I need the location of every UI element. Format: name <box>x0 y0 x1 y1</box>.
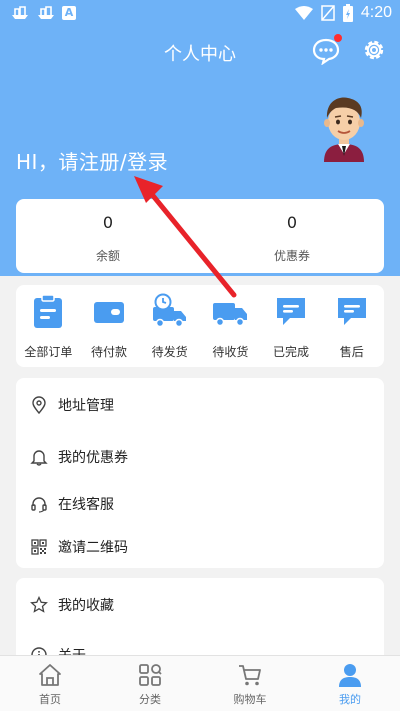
headset-icon <box>31 497 47 513</box>
menu-item-support[interactable]: 在线客服 <box>16 489 384 519</box>
tab-label: 我的 <box>339 693 361 706</box>
order-label: 待发货 <box>151 345 188 359</box>
location-pin-icon <box>32 396 46 414</box>
star-icon <box>30 596 48 613</box>
coupon-label: 优惠券 <box>273 248 310 263</box>
balance-value: 0 <box>102 212 114 232</box>
wallet-icon <box>94 302 124 323</box>
tab-label: 购物车 <box>233 693 267 706</box>
tab-category[interactable]: 分类 <box>100 656 200 711</box>
order-label: 待付款 <box>91 345 128 359</box>
menu-label: 邀请二维码 <box>58 540 128 556</box>
tab-label: 分类 <box>139 693 161 706</box>
service-menu: 地址管理 我的优惠券 在线客服 邀请二维码 <box>16 378 384 568</box>
coupon-count: 0 <box>286 212 298 232</box>
tab-label: 首页 <box>39 693 61 706</box>
truck-icon <box>213 303 248 327</box>
unread-badge <box>334 34 342 42</box>
login-prompt[interactable]: HI，请注册/登录 <box>16 146 168 175</box>
clipboard-icon <box>34 294 63 328</box>
menu-label: 我的优惠券 <box>58 450 128 466</box>
settings-gear-icon[interactable] <box>361 37 387 63</box>
status-notifications: A <box>10 5 76 21</box>
menu-label: 在线客服 <box>58 497 114 513</box>
wifi-icon <box>294 6 313 20</box>
bottom-tab-bar: 首页 分类 购物车 我的 <box>0 655 400 711</box>
status-bar: A 4:20 <box>0 0 400 28</box>
status-indicators: 4:20 <box>294 4 392 22</box>
order-all[interactable]: 全部订单 <box>18 285 79 367</box>
menu-item-invite-qrcode[interactable]: 邀请二维码 <box>16 532 384 562</box>
order-label: 售后 <box>339 345 364 359</box>
coupon-item[interactable]: 0 优惠券 <box>200 199 384 273</box>
avatar[interactable] <box>316 96 372 162</box>
order-completed[interactable]: 已完成 <box>261 285 322 367</box>
balance-label: 余额 <box>95 248 120 263</box>
chat-service-icon <box>337 298 366 325</box>
app-notification-icon: A <box>62 6 76 20</box>
home-icon <box>39 664 61 686</box>
no-signal-icon <box>321 5 335 21</box>
balance-card: 0 余额 0 优惠券 <box>16 199 384 273</box>
category-icon <box>139 664 162 686</box>
tab-cart[interactable]: 购物车 <box>200 656 300 711</box>
menu-item-coupons[interactable]: 我的优惠券 <box>16 442 384 472</box>
order-to-ship[interactable]: 待发货 <box>139 285 200 367</box>
order-to-receive[interactable]: 待收货 <box>200 285 261 367</box>
chat-done-icon <box>277 298 306 325</box>
menu-item-address[interactable]: 地址管理 <box>16 390 384 420</box>
order-after-sales[interactable]: 售后 <box>321 285 382 367</box>
qrcode-icon <box>31 539 47 555</box>
order-label: 全部订单 <box>24 345 73 359</box>
order-label: 待收货 <box>212 345 249 359</box>
order-unpaid[interactable]: 待付款 <box>79 285 140 367</box>
tab-home[interactable]: 首页 <box>0 656 100 711</box>
cart-icon <box>239 665 261 686</box>
menu-label: 我的收藏 <box>58 598 114 614</box>
bell-icon <box>30 450 48 466</box>
clock: 4:20 <box>360 4 392 21</box>
order-label: 已完成 <box>273 345 310 359</box>
menu-label: 地址管理 <box>58 398 114 414</box>
boat-notification-icon <box>38 6 54 19</box>
page-title: 个人中心 <box>164 44 236 65</box>
tab-mine[interactable]: 我的 <box>300 656 400 711</box>
delivery-clock-truck-icon <box>152 293 186 328</box>
user-icon <box>339 664 361 687</box>
orders-card: 全部订单 待付款 待发货 待收货 已完成 售后 <box>16 285 384 367</box>
boat-notification-icon <box>12 6 28 19</box>
balance-item[interactable]: 0 余额 <box>16 199 200 273</box>
menu-item-favorites[interactable]: 我的收藏 <box>16 590 384 620</box>
battery-icon <box>342 4 353 22</box>
